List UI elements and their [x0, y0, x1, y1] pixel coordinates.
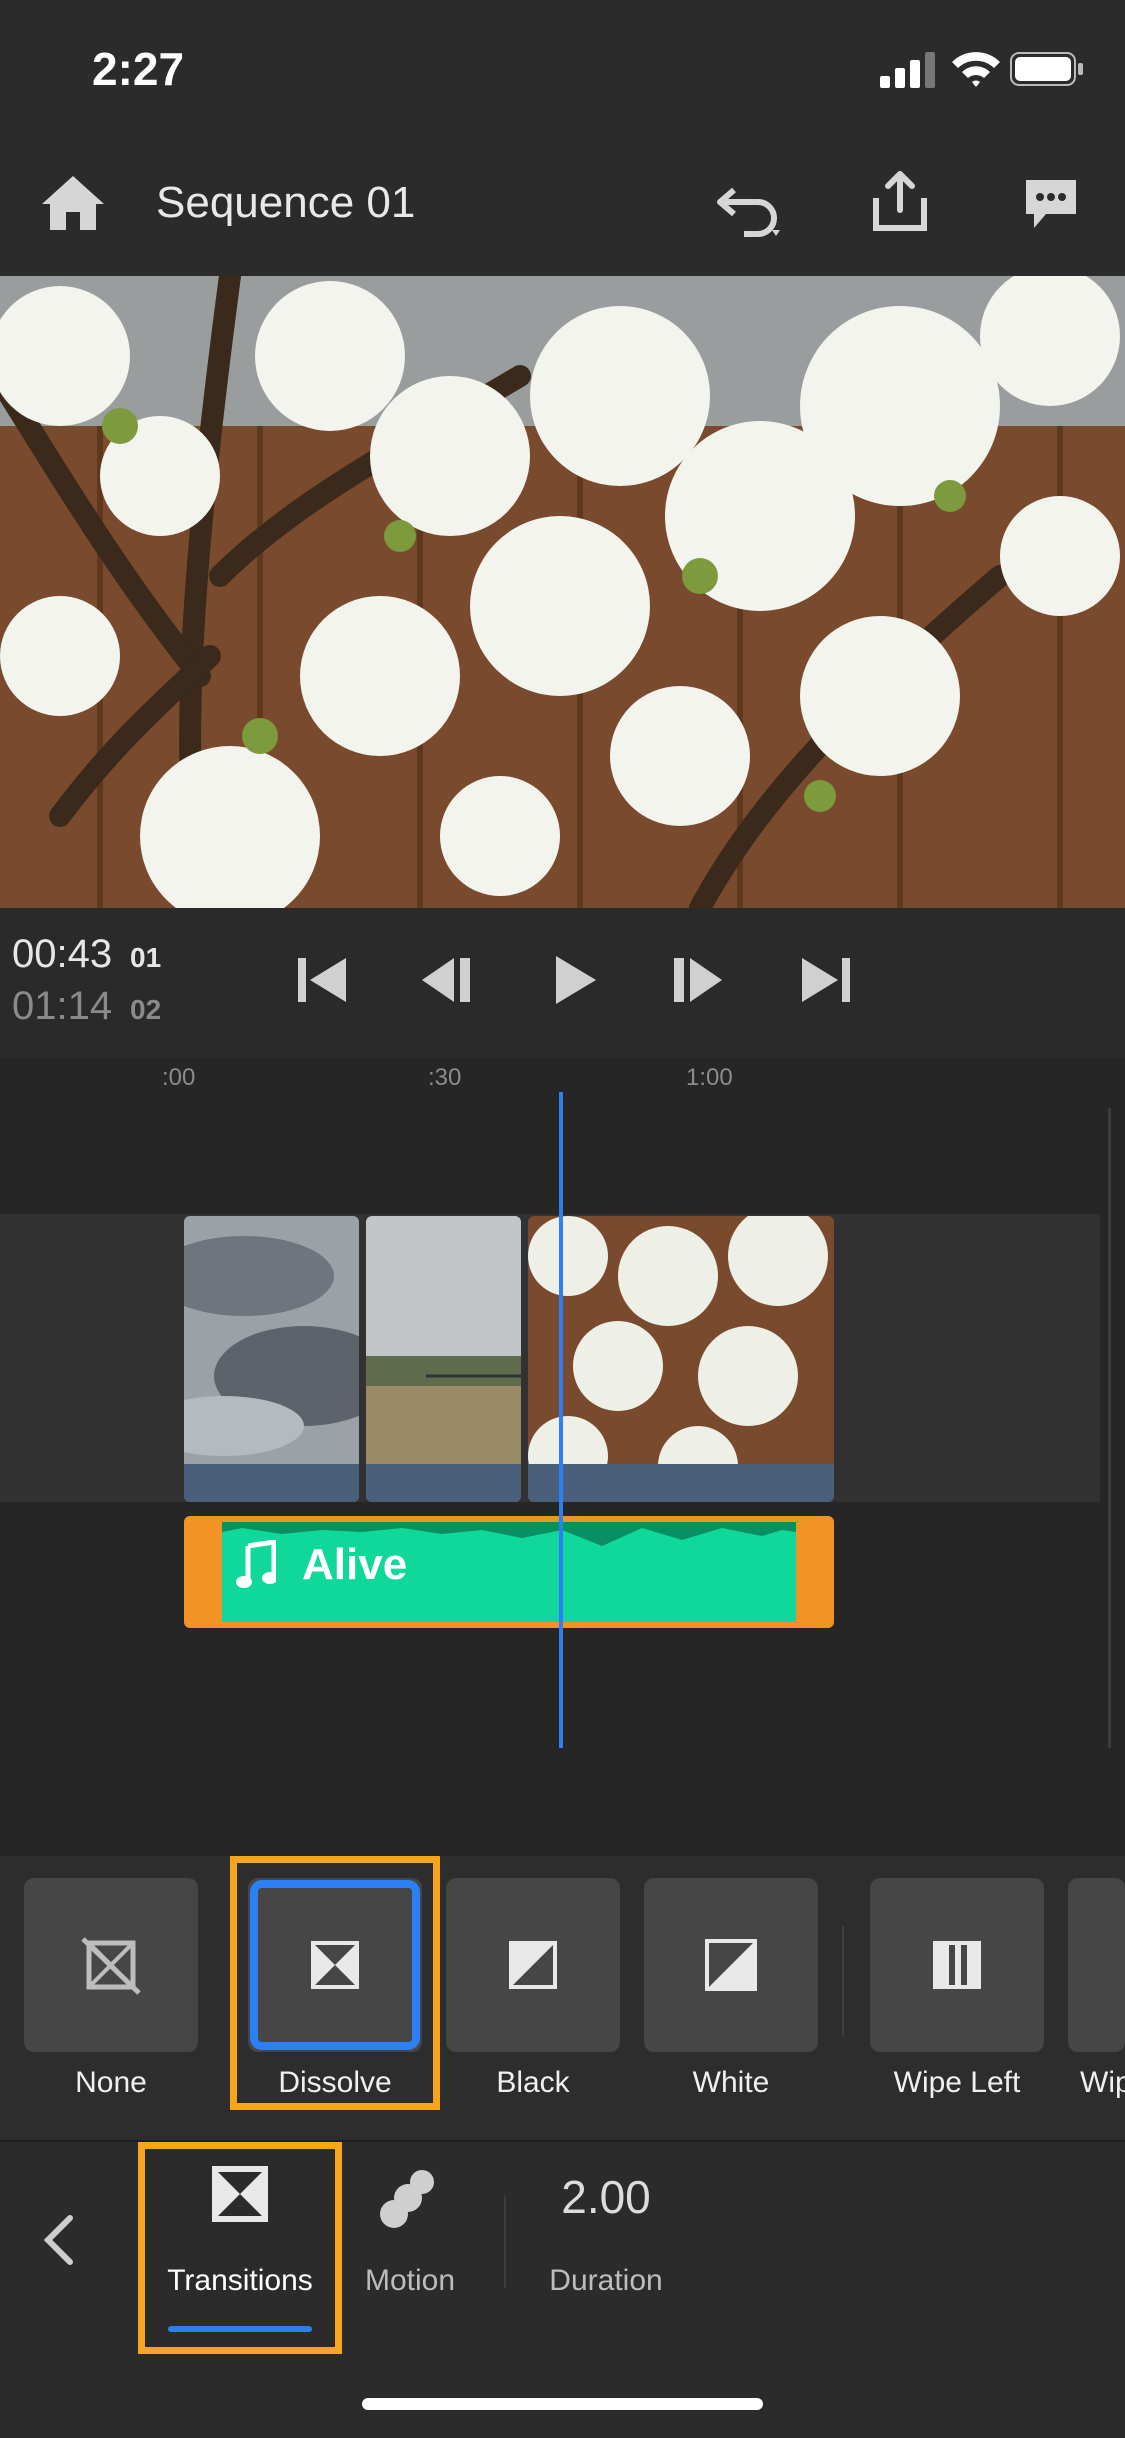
- transition-label: None: [75, 2066, 147, 2099]
- transition-black[interactable]: [446, 1878, 620, 2052]
- total-frame: 02: [130, 994, 162, 1025]
- highlight-box: [230, 1856, 440, 2110]
- transition-white[interactable]: [644, 1878, 818, 2052]
- transition-label: White: [692, 2066, 770, 2099]
- transition-label: Wipe Left: [893, 2066, 1021, 2099]
- video-preview[interactable]: [0, 276, 1125, 908]
- duration-label: Duration: [549, 2264, 663, 2297]
- white-icon: [705, 1939, 757, 1991]
- playhead[interactable]: [559, 1092, 563, 1748]
- status-time: 2:27: [92, 43, 185, 95]
- highlight-box: [138, 2142, 342, 2354]
- video-clip-2[interactable]: [366, 1216, 521, 1502]
- undo-icon[interactable]: [714, 176, 786, 240]
- sequence-title[interactable]: Sequence 01: [156, 178, 415, 228]
- cellular-signal-icon: [880, 52, 935, 88]
- current-timecode: 00:43: [12, 932, 113, 976]
- share-icon[interactable]: [870, 170, 930, 234]
- ruler-label: 1:00: [686, 1064, 733, 1091]
- battery-icon: [1010, 52, 1083, 86]
- ruler-label: :00: [162, 1064, 196, 1091]
- comment-icon[interactable]: [1022, 176, 1080, 232]
- transition-label: Black: [496, 2066, 570, 2099]
- video-clip-1[interactable]: [184, 1216, 359, 1502]
- transition-wipe-left[interactable]: [870, 1878, 1044, 2052]
- divider: [504, 2196, 506, 2288]
- none-icon: [81, 1937, 141, 1995]
- transition-none[interactable]: [24, 1878, 198, 2052]
- music-note-icon: [236, 1540, 276, 1588]
- step-back-icon[interactable]: [418, 950, 476, 1010]
- motion-icon: [380, 2170, 434, 2228]
- play-icon[interactable]: [546, 950, 604, 1010]
- duration-value[interactable]: 2.00: [520, 2170, 692, 2224]
- audio-clip-label: Alive: [302, 1540, 408, 1589]
- video-clip-3[interactable]: [528, 1216, 834, 1502]
- home-icon[interactable]: [40, 172, 106, 234]
- skip-to-start-icon[interactable]: [294, 950, 352, 1010]
- current-frame: 01: [130, 942, 162, 973]
- wifi-icon: [952, 52, 1000, 87]
- black-icon: [509, 1941, 557, 1989]
- timeline-scrollbar[interactable]: [1108, 1108, 1111, 1748]
- total-timecode: 01:14: [12, 984, 113, 1028]
- home-indicator: [362, 2398, 763, 2410]
- transition-wipe-right[interactable]: [1068, 1878, 1125, 2052]
- ruler-label: :30: [428, 1064, 462, 1091]
- wipe-left-icon: [933, 1941, 981, 1989]
- divider: [842, 1926, 844, 2036]
- tab-motion[interactable]: Motion: [350, 2264, 470, 2298]
- step-forward-icon[interactable]: [668, 950, 726, 1010]
- back-chevron-icon[interactable]: [40, 2212, 76, 2268]
- skip-to-end-icon[interactable]: [796, 950, 854, 1010]
- transition-label: Wip: [1080, 2066, 1125, 2099]
